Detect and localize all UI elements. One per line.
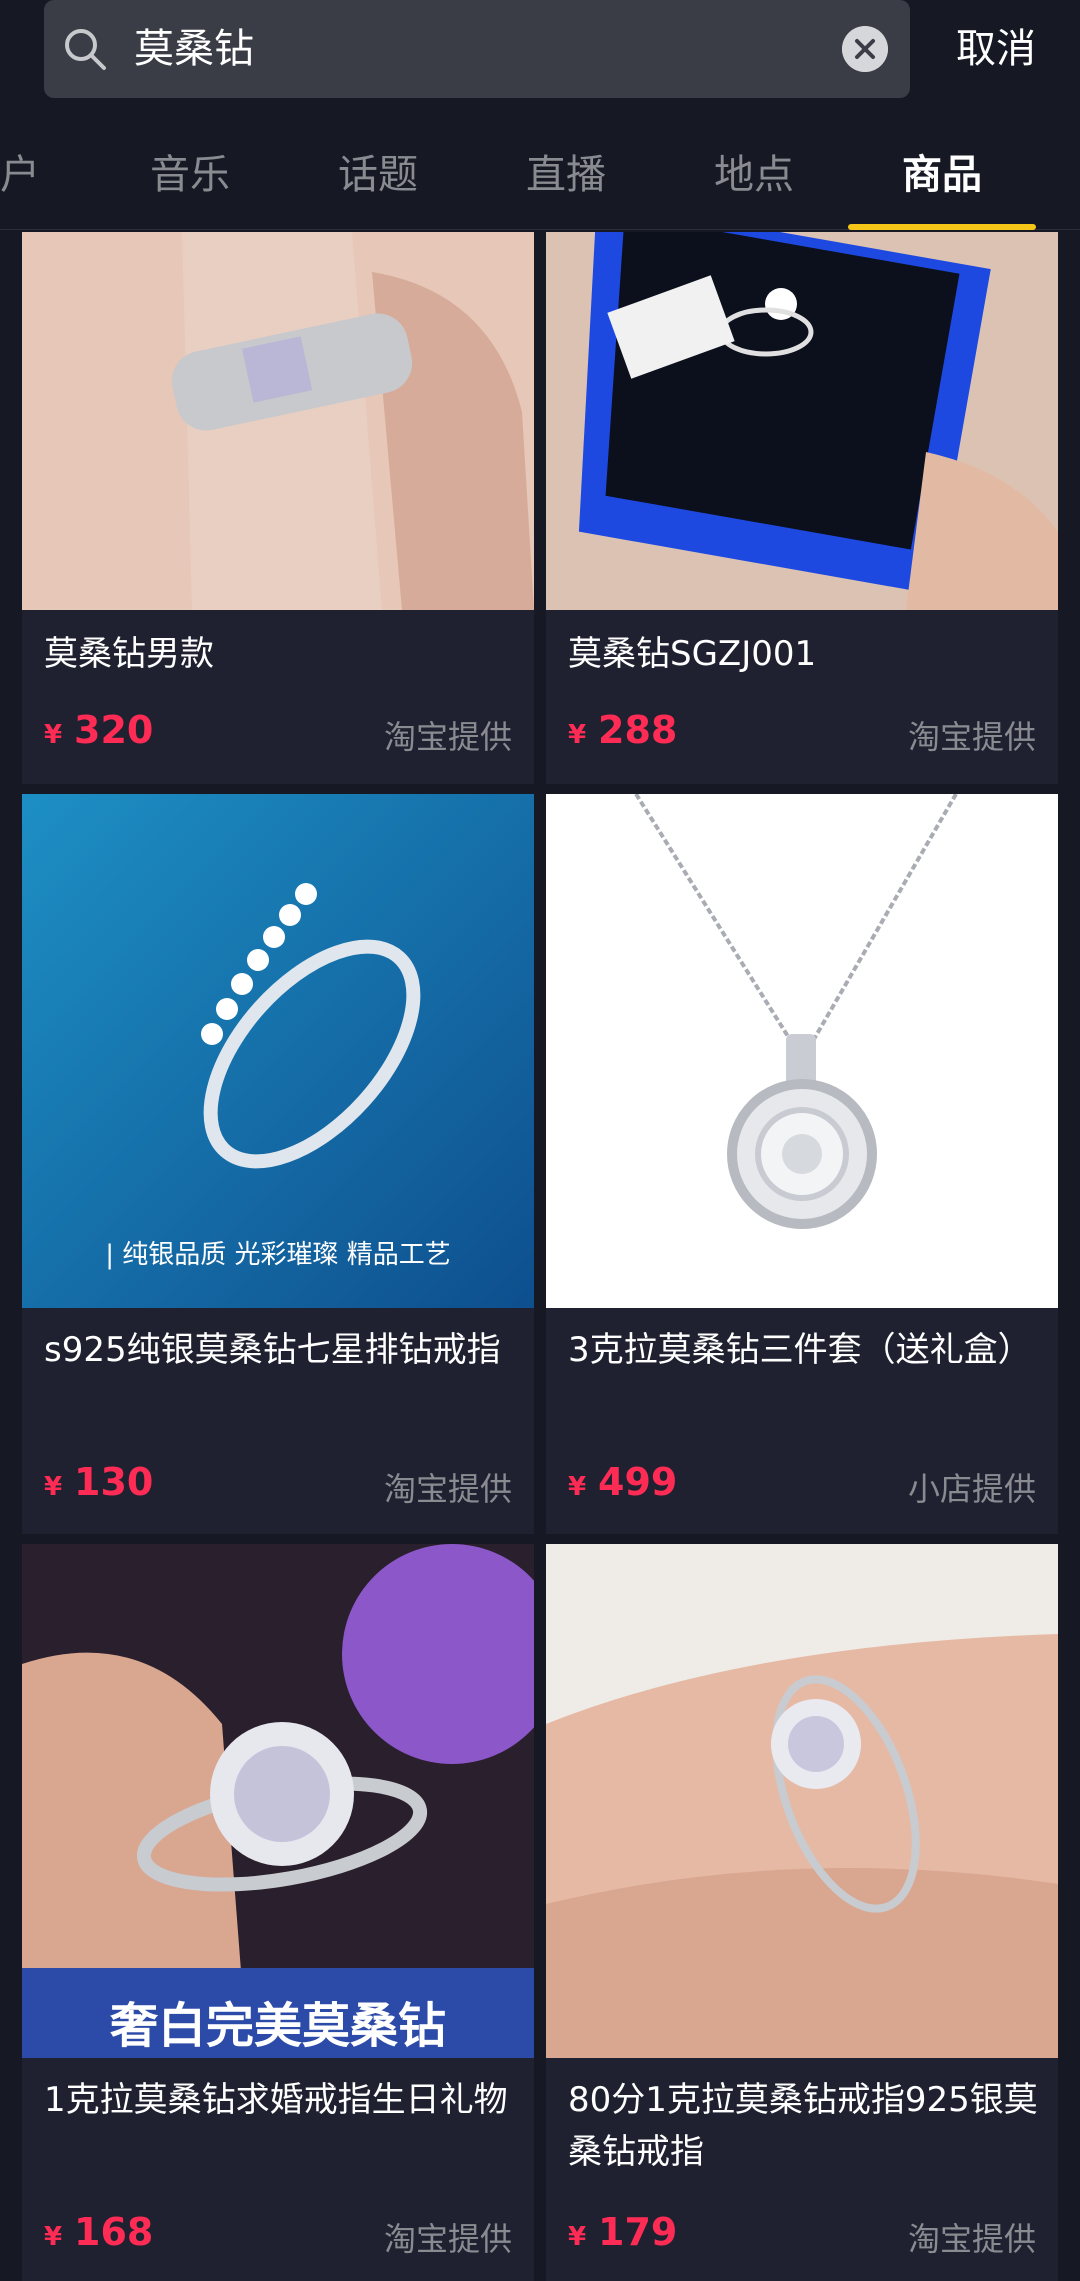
search-category-tabs: 户 音乐 话题 直播 地点 商品 [0,130,1080,230]
image-caption: | 纯银品质 光彩璀璨 精品工艺 [105,1240,451,1270]
product-card[interactable]: 3克拉莫桑钻三件套（送礼盒） ¥ 499 小店提供 [546,794,1058,1534]
active-tab-indicator [848,224,1036,230]
product-card[interactable]: 奢白完美莫桑钻 1克拉莫桑钻求婚戒指生日礼物 ¥ 168 淘宝提供 [22,1544,534,2281]
product-price: 130 [74,1460,154,1504]
product-price: 179 [598,2210,678,2254]
product-title: 莫桑钻SGZJ001 [568,634,817,674]
tab-topics[interactable]: 话题 [338,148,418,202]
price-currency: ¥ [44,2222,63,2252]
product-title: 1克拉莫桑钻求婚戒指生日礼物 [44,2080,508,2120]
product-title: s925纯银莫桑钻七星排钻戒指 [44,1330,501,1370]
product-price: 288 [598,708,678,752]
product-provider: 淘宝提供 [383,718,512,756]
product-image [22,232,534,610]
price-currency: ¥ [568,720,587,750]
product-card[interactable]: 80分1克拉莫桑钻戒指925银莫桑钻戒指 ¥ 179 淘宝提供 [546,1544,1058,2281]
price-currency: ¥ [44,1472,63,1502]
price-currency: ¥ [44,720,63,750]
price-currency: ¥ [568,1472,587,1502]
product-image [546,794,1058,1308]
product-provider: 淘宝提供 [907,718,1036,756]
product-provider: 淘宝提供 [383,1470,512,1508]
image-banner: 奢白完美莫桑钻 [109,1998,446,2054]
product-price: 499 [598,1460,678,1504]
cancel-button[interactable]: 取消 [956,22,1036,76]
product-title: 3克拉莫桑钻三件套（送礼盒） [568,1330,1032,1370]
product-grid: 莫桑钻男款 ¥ 320 淘宝提供 莫桑钻SGZJ001 ¥ 288 淘宝提供 |… [0,232,1080,2281]
tab-live[interactable]: 直播 [526,148,606,202]
product-card[interactable]: | 纯银品质 光彩璀璨 精品工艺 s925纯银莫桑钻七星排钻戒指 ¥ 130 淘… [22,794,534,1534]
clear-icon[interactable] [842,26,888,72]
product-image [546,1544,1058,2058]
product-image [546,232,1058,610]
tab-products[interactable]: 商品 [902,148,982,202]
search-bar: 莫桑钻 取消 [0,0,1080,98]
product-provider: 淘宝提供 [383,2220,512,2258]
product-image: 奢白完美莫桑钻 [22,1544,534,2058]
search-input[interactable]: 莫桑钻 [44,0,910,98]
product-card[interactable]: 莫桑钻SGZJ001 ¥ 288 淘宝提供 [546,232,1058,784]
product-title: 80分1克拉莫桑钻戒指925银莫桑钻戒指 [568,2080,1038,2172]
product-price: 320 [74,708,154,752]
price-currency: ¥ [568,2222,587,2252]
product-provider: 小店提供 [907,1470,1036,1508]
product-title: 莫桑钻男款 [44,634,214,674]
search-query: 莫桑钻 [134,26,254,72]
product-image: | 纯银品质 光彩璀璨 精品工艺 [22,794,534,1308]
product-provider: 淘宝提供 [907,2220,1036,2258]
tab-places[interactable]: 地点 [714,148,794,202]
product-card[interactable]: 莫桑钻男款 ¥ 320 淘宝提供 [22,232,534,784]
tab-music[interactable]: 音乐 [150,148,230,202]
tab-users[interactable]: 户 [0,148,40,202]
product-price: 168 [74,2210,154,2254]
search-icon [65,29,106,70]
